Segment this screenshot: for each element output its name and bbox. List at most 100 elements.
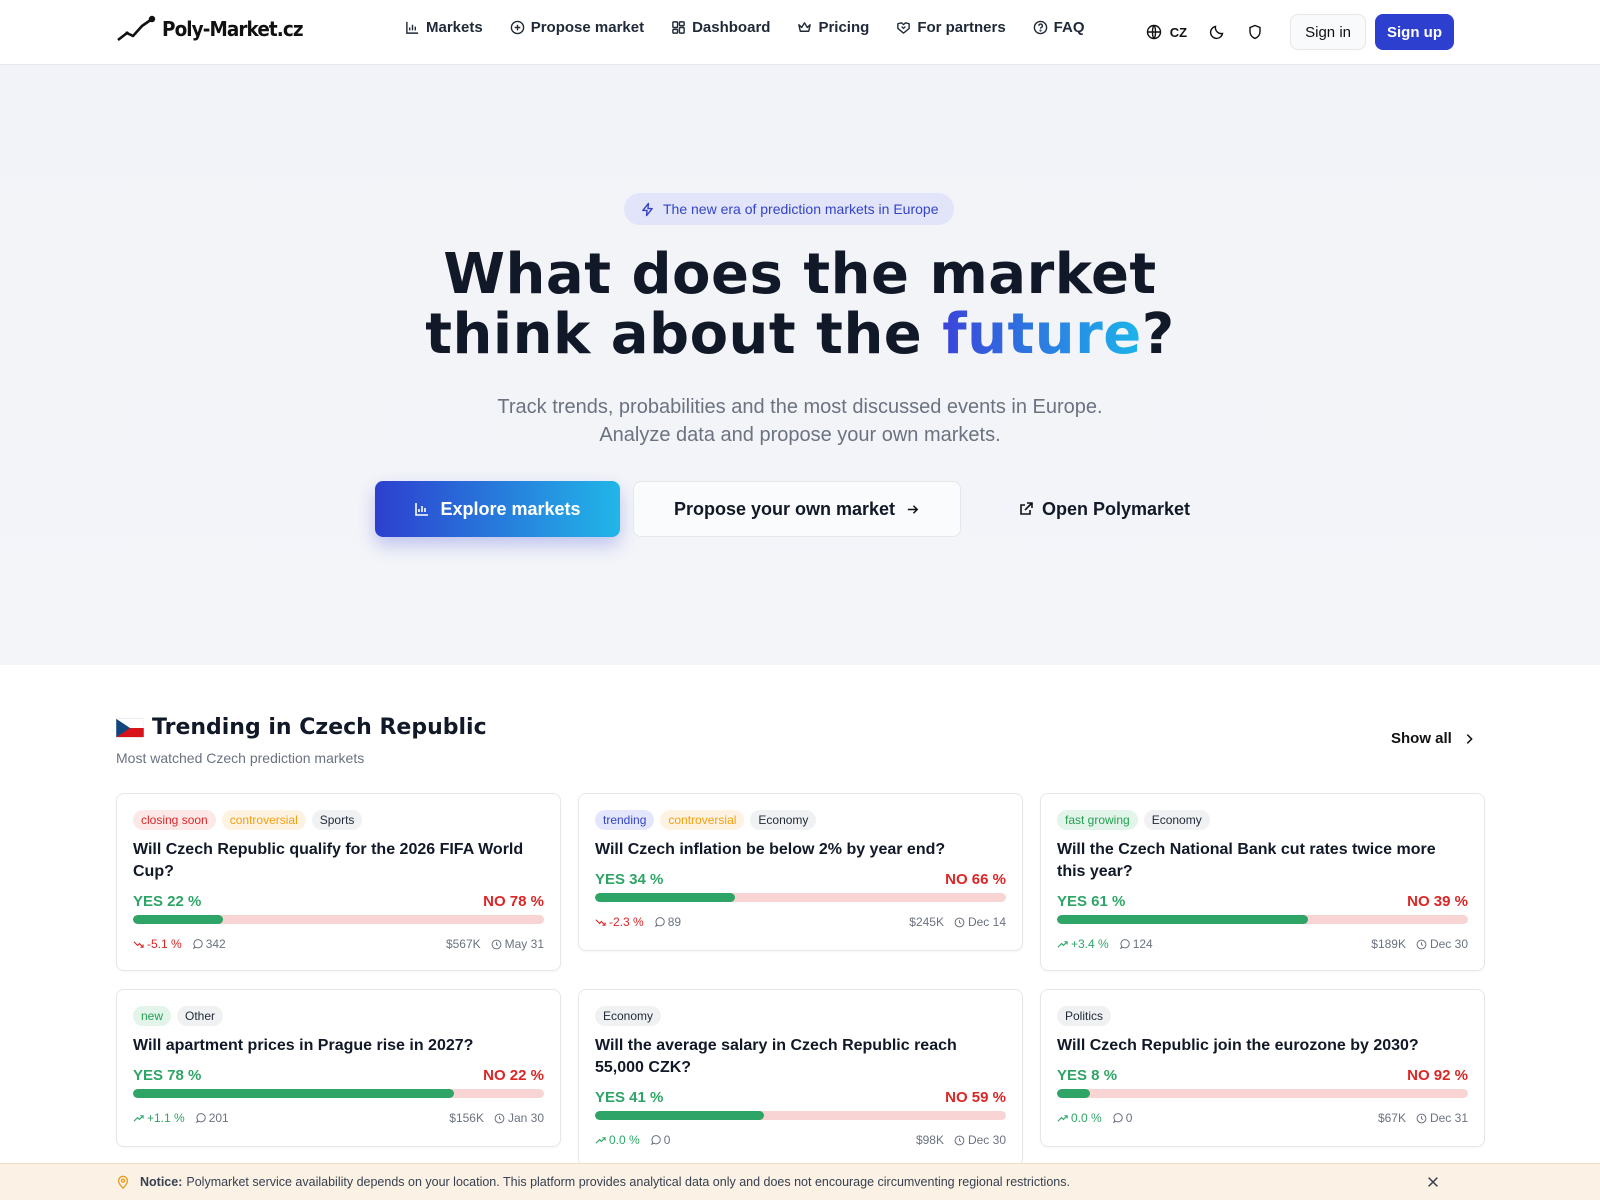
comment-icon [1119, 938, 1130, 949]
arrow-right-icon [907, 504, 919, 514]
yes-percentage: YES 34 % [595, 871, 664, 888]
open-polymarket-button[interactable]: Open Polymarket [974, 481, 1234, 537]
lightning-icon [642, 202, 653, 216]
probability-bar-fill [595, 893, 735, 902]
trend-up-icon [133, 1114, 144, 1122]
sign-up-button[interactable]: Sign up [1375, 14, 1454, 50]
nav-faq[interactable]: FAQ [1033, 19, 1085, 36]
market-card[interactable]: Politics Will Czech Republic join the eu… [1040, 989, 1485, 1147]
market-comments[interactable]: 201 [195, 1111, 229, 1125]
market-comments-count: 0 [663, 1133, 671, 1147]
hero-title-accent: future [942, 302, 1142, 367]
market-card[interactable]: new Other Will apartment prices in Prague… [116, 989, 561, 1147]
market-date-value: Dec 30 [1429, 937, 1468, 951]
hero-badge: The new era of prediction markets in Eur… [624, 193, 955, 225]
hero-cta-group: Explore markets Propose your own market … [375, 481, 1234, 537]
hero-title-line2: think about the [425, 302, 943, 367]
market-tag: trending [595, 810, 655, 830]
help-circle-icon [1033, 20, 1047, 35]
market-volume: $67K [1377, 1111, 1406, 1125]
market-tags: Politics [1057, 1006, 1468, 1026]
propose-market-button[interactable]: Propose your own market [633, 481, 961, 537]
show-all-link[interactable]: Show all [1391, 730, 1476, 747]
trending-subtitle: Most watched Czech prediction markets [116, 750, 365, 766]
market-meta: -5.1 % 342 $567K May 31 [133, 935, 544, 953]
trending-header: Trending in Czech Republic Most watched … [116, 715, 487, 766]
market-tags: fast growing Economy [1057, 810, 1468, 830]
market-close-date: Dec 30 [954, 1133, 1006, 1147]
crown-icon [798, 22, 812, 32]
language-switcher[interactable]: CZ [1135, 14, 1198, 50]
nav-dashboard[interactable]: Dashboard [671, 19, 770, 36]
logo[interactable]: Poly-Market.cz [116, 14, 315, 44]
shield-icon [1249, 24, 1261, 40]
probability-bar [1057, 1089, 1468, 1098]
nav-for-partners[interactable]: For partners [896, 19, 1006, 36]
market-change: +3.4 % [1057, 937, 1109, 951]
hero-section: The new era of prediction markets in Eur… [0, 65, 1600, 665]
notice-label: Notice: [140, 1175, 183, 1189]
comment-icon [654, 916, 665, 927]
market-close-date: Jan 30 [494, 1111, 544, 1125]
nav-pricing[interactable]: Pricing [797, 19, 869, 36]
show-all-label: Show all [1391, 730, 1452, 747]
probability-bar [133, 1089, 544, 1098]
hero-subtitle-line1: Track trends, probabilities and the most… [497, 396, 1103, 418]
market-comments[interactable]: 342 [192, 937, 226, 951]
external-link-icon [1020, 502, 1033, 515]
market-change-value: -5.1 % [147, 937, 182, 951]
market-card[interactable]: fast growing Economy Will the Czech Natio… [1040, 793, 1485, 971]
market-change-value: +3.4 % [1071, 937, 1109, 951]
market-tag: fast growing [1057, 810, 1138, 830]
explore-markets-button[interactable]: Explore markets [375, 481, 620, 537]
clock-icon [1416, 1113, 1427, 1123]
market-date-value: May 31 [504, 937, 544, 951]
theme-toggle[interactable] [1198, 14, 1236, 50]
market-card[interactable]: trending controversial Economy Will Czech … [578, 793, 1023, 951]
market-comments-count: 0 [1125, 1111, 1133, 1125]
market-volume: $156K [449, 1111, 484, 1125]
handshake-icon [897, 22, 911, 34]
market-tags: closing soon controversial Sports [133, 810, 544, 830]
market-meta: 0.0 % 0 $67K Dec 31 [1057, 1109, 1468, 1127]
notice-banner: Notice: Polymarket service availability … [0, 1163, 1600, 1200]
market-close-date: Dec 30 [1416, 937, 1468, 951]
market-date-value: Dec 30 [967, 1133, 1006, 1147]
market-comments[interactable]: 0 [650, 1133, 671, 1147]
sign-in-button[interactable]: Sign in [1290, 14, 1366, 50]
comment-icon [650, 1134, 661, 1145]
market-change-value: 0.0 % [1071, 1111, 1102, 1125]
market-comments[interactable]: 89 [654, 915, 681, 929]
market-tag: Sports [311, 810, 363, 830]
market-odds: YES 41 % NO 59 % [595, 1089, 1006, 1106]
probability-bar-fill [133, 915, 224, 924]
market-title: Will the average salary in Czech Republi… [595, 1037, 957, 1076]
probability-bar [595, 893, 1006, 902]
globe-icon [1146, 24, 1161, 40]
hero-title-line1: What does the market [443, 242, 1157, 307]
market-tag: controversial [660, 810, 745, 830]
nav-faq-label: FAQ [1053, 19, 1085, 36]
market-card[interactable]: Economy Will the average salary in Czech… [578, 989, 1023, 1167]
plus-circle-icon [510, 20, 524, 35]
nav-dashboard-label: Dashboard [692, 19, 771, 36]
location-pin-icon [117, 1175, 129, 1189]
nav-markets[interactable]: Markets [405, 19, 483, 36]
nav-markets-label: Markets [426, 19, 483, 36]
market-volume: $98K [915, 1133, 944, 1147]
market-tags: new Other [133, 1006, 544, 1026]
no-percentage: NO 92 % [1407, 1067, 1468, 1084]
market-comments[interactable]: 124 [1119, 937, 1153, 951]
market-card[interactable]: closing soon controversial Sports Will Cze… [116, 793, 561, 971]
market-volume: $189K [1371, 937, 1406, 951]
language-code: CZ [1169, 24, 1188, 40]
top-navbar: Poly-Market.cz Markets Propose market Da… [0, 0, 1600, 65]
privacy-button[interactable] [1236, 14, 1274, 50]
market-title: Will Czech Republic join the eurozone by… [1057, 1037, 1419, 1054]
moon-icon [1210, 25, 1224, 40]
comment-icon [1112, 1112, 1123, 1123]
close-icon[interactable] [1426, 1175, 1440, 1189]
nav-propose-market[interactable]: Propose market [510, 19, 644, 36]
open-polymarket-label: Open Polymarket [1041, 498, 1191, 519]
market-comments[interactable]: 0 [1112, 1111, 1133, 1125]
